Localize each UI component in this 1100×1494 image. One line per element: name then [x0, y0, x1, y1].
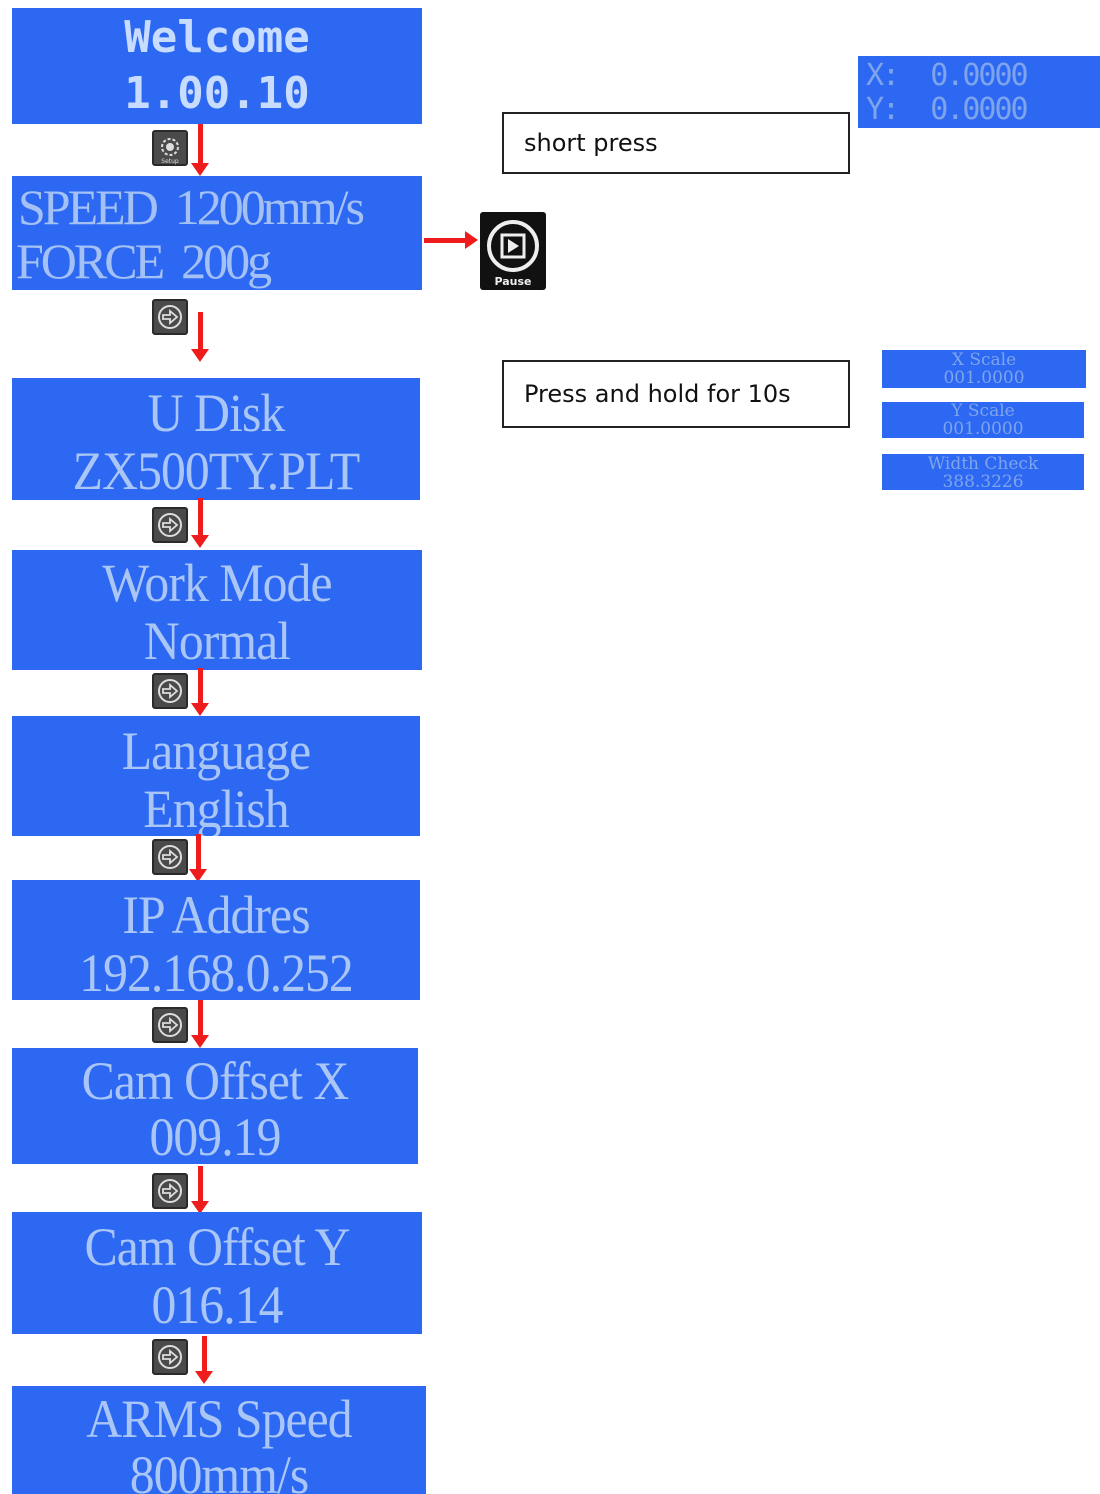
flow-arrow: [191, 1000, 209, 1048]
cam-offset-y-title: Cam Offset Y: [84, 1217, 351, 1277]
cam-offset-y-value: 016.14: [151, 1275, 283, 1334]
screen-work-mode: Work Mode Normal: [12, 550, 422, 670]
pause-button-label: Pause: [494, 275, 532, 288]
setup-button-label: Setup: [161, 158, 179, 165]
setup-button[interactable]: Setup: [152, 130, 188, 166]
cam-offset-x-value: 009.19: [149, 1107, 281, 1164]
short-press-label: short press: [502, 112, 850, 174]
mini-screen-width-check: Width Check 388.3226: [882, 454, 1084, 490]
next-arrow-icon: [158, 1013, 182, 1037]
next-arrow-icon: [158, 679, 182, 703]
mini-screen-y-scale: Y Scale 001.0000: [882, 402, 1084, 438]
arms-speed-value: 800mm/s: [129, 1445, 309, 1494]
work-mode-value: Normal: [143, 611, 291, 670]
mini-x-scale-value: 001.0000: [943, 368, 1025, 388]
language-value: English: [143, 779, 289, 836]
flow-arrow-right: [424, 231, 478, 249]
next-button[interactable]: [152, 1339, 188, 1375]
flow-arrow: [191, 668, 209, 716]
pause-button[interactable]: Pause: [480, 212, 546, 290]
next-arrow-icon: [158, 845, 182, 869]
work-mode-title: Work Mode: [102, 553, 332, 613]
coord-x: X: 0.0000: [866, 58, 1029, 93]
screen-coordinates: X: 0.0000 Y: 0.0000: [858, 56, 1100, 128]
screen-speed-force: SPEED 1200mm/s FORCE 200g: [12, 176, 422, 290]
screen-language: Language English: [12, 716, 420, 836]
mini-y-scale-label: Y Scale: [951, 402, 1015, 421]
screen-cam-offset-x: Cam Offset X 009.19: [12, 1048, 418, 1164]
udisk-title: U Disk: [147, 383, 286, 443]
firmware-version: 1.00.10: [124, 68, 310, 119]
pause-play-icon: [487, 220, 539, 272]
ip-value: 192.168.0.252: [79, 943, 354, 1000]
screen-udisk: U Disk ZX500TY.PLT: [12, 378, 420, 500]
flow-arrow: [191, 124, 209, 176]
next-arrow-icon: [158, 513, 182, 537]
flow-arrow: [191, 1166, 209, 1214]
next-button[interactable]: [152, 299, 188, 335]
next-button[interactable]: [152, 673, 188, 709]
screen-welcome: Welcome 1.00.10: [12, 8, 422, 124]
udisk-file: ZX500TY.PLT: [72, 441, 361, 500]
mini-screen-x-scale: X Scale 001.0000: [882, 350, 1086, 388]
press-hold-label: Press and hold for 10s: [502, 360, 850, 428]
next-arrow-icon: [158, 305, 182, 329]
next-button[interactable]: [152, 839, 188, 875]
flow-arrow: [189, 834, 207, 882]
flow-arrow: [195, 1336, 213, 1384]
welcome-title: Welcome: [124, 12, 310, 63]
mini-width-check-value: 388.3226: [942, 472, 1024, 491]
cam-offset-x-title: Cam Offset X: [81, 1051, 350, 1111]
screen-cam-offset-y: Cam Offset Y 016.14: [12, 1212, 422, 1334]
arms-speed-title: ARMS Speed: [86, 1389, 352, 1449]
flow-arrow: [191, 498, 209, 548]
mini-width-check-label: Width Check: [927, 454, 1039, 474]
speed-line: SPEED 1200mm/s: [18, 179, 365, 235]
next-arrow-icon: [158, 1179, 182, 1203]
force-line: FORCE 200g: [16, 233, 272, 289]
next-button[interactable]: [152, 1007, 188, 1043]
flow-arrow: [191, 312, 209, 362]
ip-title: IP Addres: [122, 885, 310, 945]
screen-arms-speed: ARMS Speed 800mm/s: [12, 1386, 426, 1494]
mini-y-scale-value: 001.0000: [942, 419, 1024, 438]
language-title: Language: [121, 721, 311, 781]
next-button[interactable]: [152, 1173, 188, 1209]
coord-y: Y: 0.0000: [866, 92, 1029, 127]
next-arrow-icon: [158, 1345, 182, 1369]
mini-x-scale-label: X Scale: [951, 350, 1017, 370]
screen-ip-address: IP Addres 192.168.0.252: [12, 880, 420, 1000]
next-button[interactable]: [152, 507, 188, 543]
